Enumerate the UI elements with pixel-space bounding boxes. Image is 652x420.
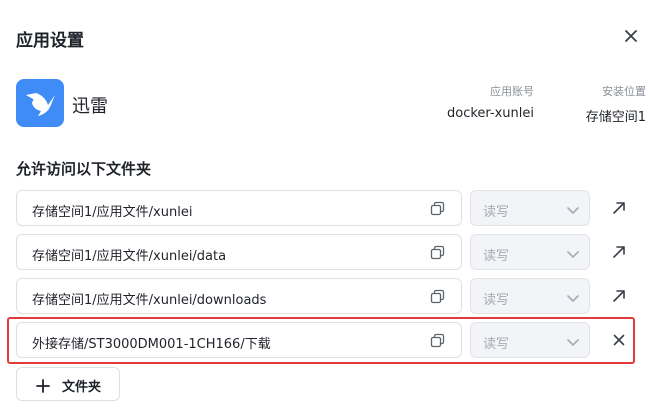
chevron-down-icon [566,202,580,216]
folder-path-text: 外接存储/ST3000DM001-1CH166/下载 [32,337,271,352]
copy-icon[interactable] [430,245,446,261]
xunlei-logo-icon [16,79,64,127]
location-value: 存储空间1 [585,110,646,125]
chevron-down-icon [566,246,580,260]
permission-select[interactable]: 读写 [470,278,590,314]
chevron-down-icon [566,334,580,348]
chevron-down-icon [566,290,580,304]
section-title: 允许访问以下文件夹 [16,160,152,178]
permission-select[interactable]: 读写 [470,190,590,226]
app-name: 迅雷 [72,96,108,117]
folder-row: 存储空间1/应用文件/xunlei 读写 [16,190,636,226]
folder-row: 存储空间1/应用文件/xunlei/downloads 读写 [16,278,636,314]
external-link-icon[interactable] [610,243,628,261]
folder-path-text: 存储空间1/应用文件/xunlei [32,205,193,220]
permission-value: 读写 [483,293,510,308]
account-label: 应用账号 [490,85,534,98]
close-icon[interactable] [620,25,642,47]
copy-icon[interactable] [430,201,446,217]
folder-row: 外接存储/ST3000DM001-1CH166/下载 读写 [16,322,636,358]
remove-icon[interactable] [610,331,628,349]
folder-row: 存储空间1/应用文件/xunlei/data 读写 [16,234,636,270]
folder-path-field[interactable]: 存储空间1/应用文件/xunlei [16,190,462,226]
permission-value: 读写 [483,249,510,264]
permission-select[interactable]: 读写 [470,322,590,358]
permission-value: 读写 [483,205,510,220]
folder-path-field[interactable]: 存储空间1/应用文件/xunlei/downloads [16,278,462,314]
add-folder-label: 文件夹 [62,380,102,395]
location-label: 安装位置 [602,85,646,98]
account-info: 应用账号 docker-xunlei [430,84,534,121]
dialog-title: 应用设置 [16,31,84,51]
plus-icon [36,378,50,393]
folder-path-text: 存储空间1/应用文件/xunlei/downloads [32,293,267,308]
location-info: 安装位置 存储空间1 [560,84,646,125]
folder-path-text: 存储空间1/应用文件/xunlei/data [32,249,227,264]
account-value: docker-xunlei [446,106,534,121]
permission-value: 读写 [483,337,510,352]
copy-icon[interactable] [430,289,446,305]
add-folder-button[interactable]: 文件夹 [16,367,120,401]
copy-icon[interactable] [430,333,446,349]
folder-path-field[interactable]: 外接存储/ST3000DM001-1CH166/下载 [16,322,462,358]
permission-select[interactable]: 读写 [470,234,590,270]
external-link-icon[interactable] [610,199,628,217]
external-link-icon[interactable] [610,287,628,305]
folder-path-field[interactable]: 存储空间1/应用文件/xunlei/data [16,234,462,270]
